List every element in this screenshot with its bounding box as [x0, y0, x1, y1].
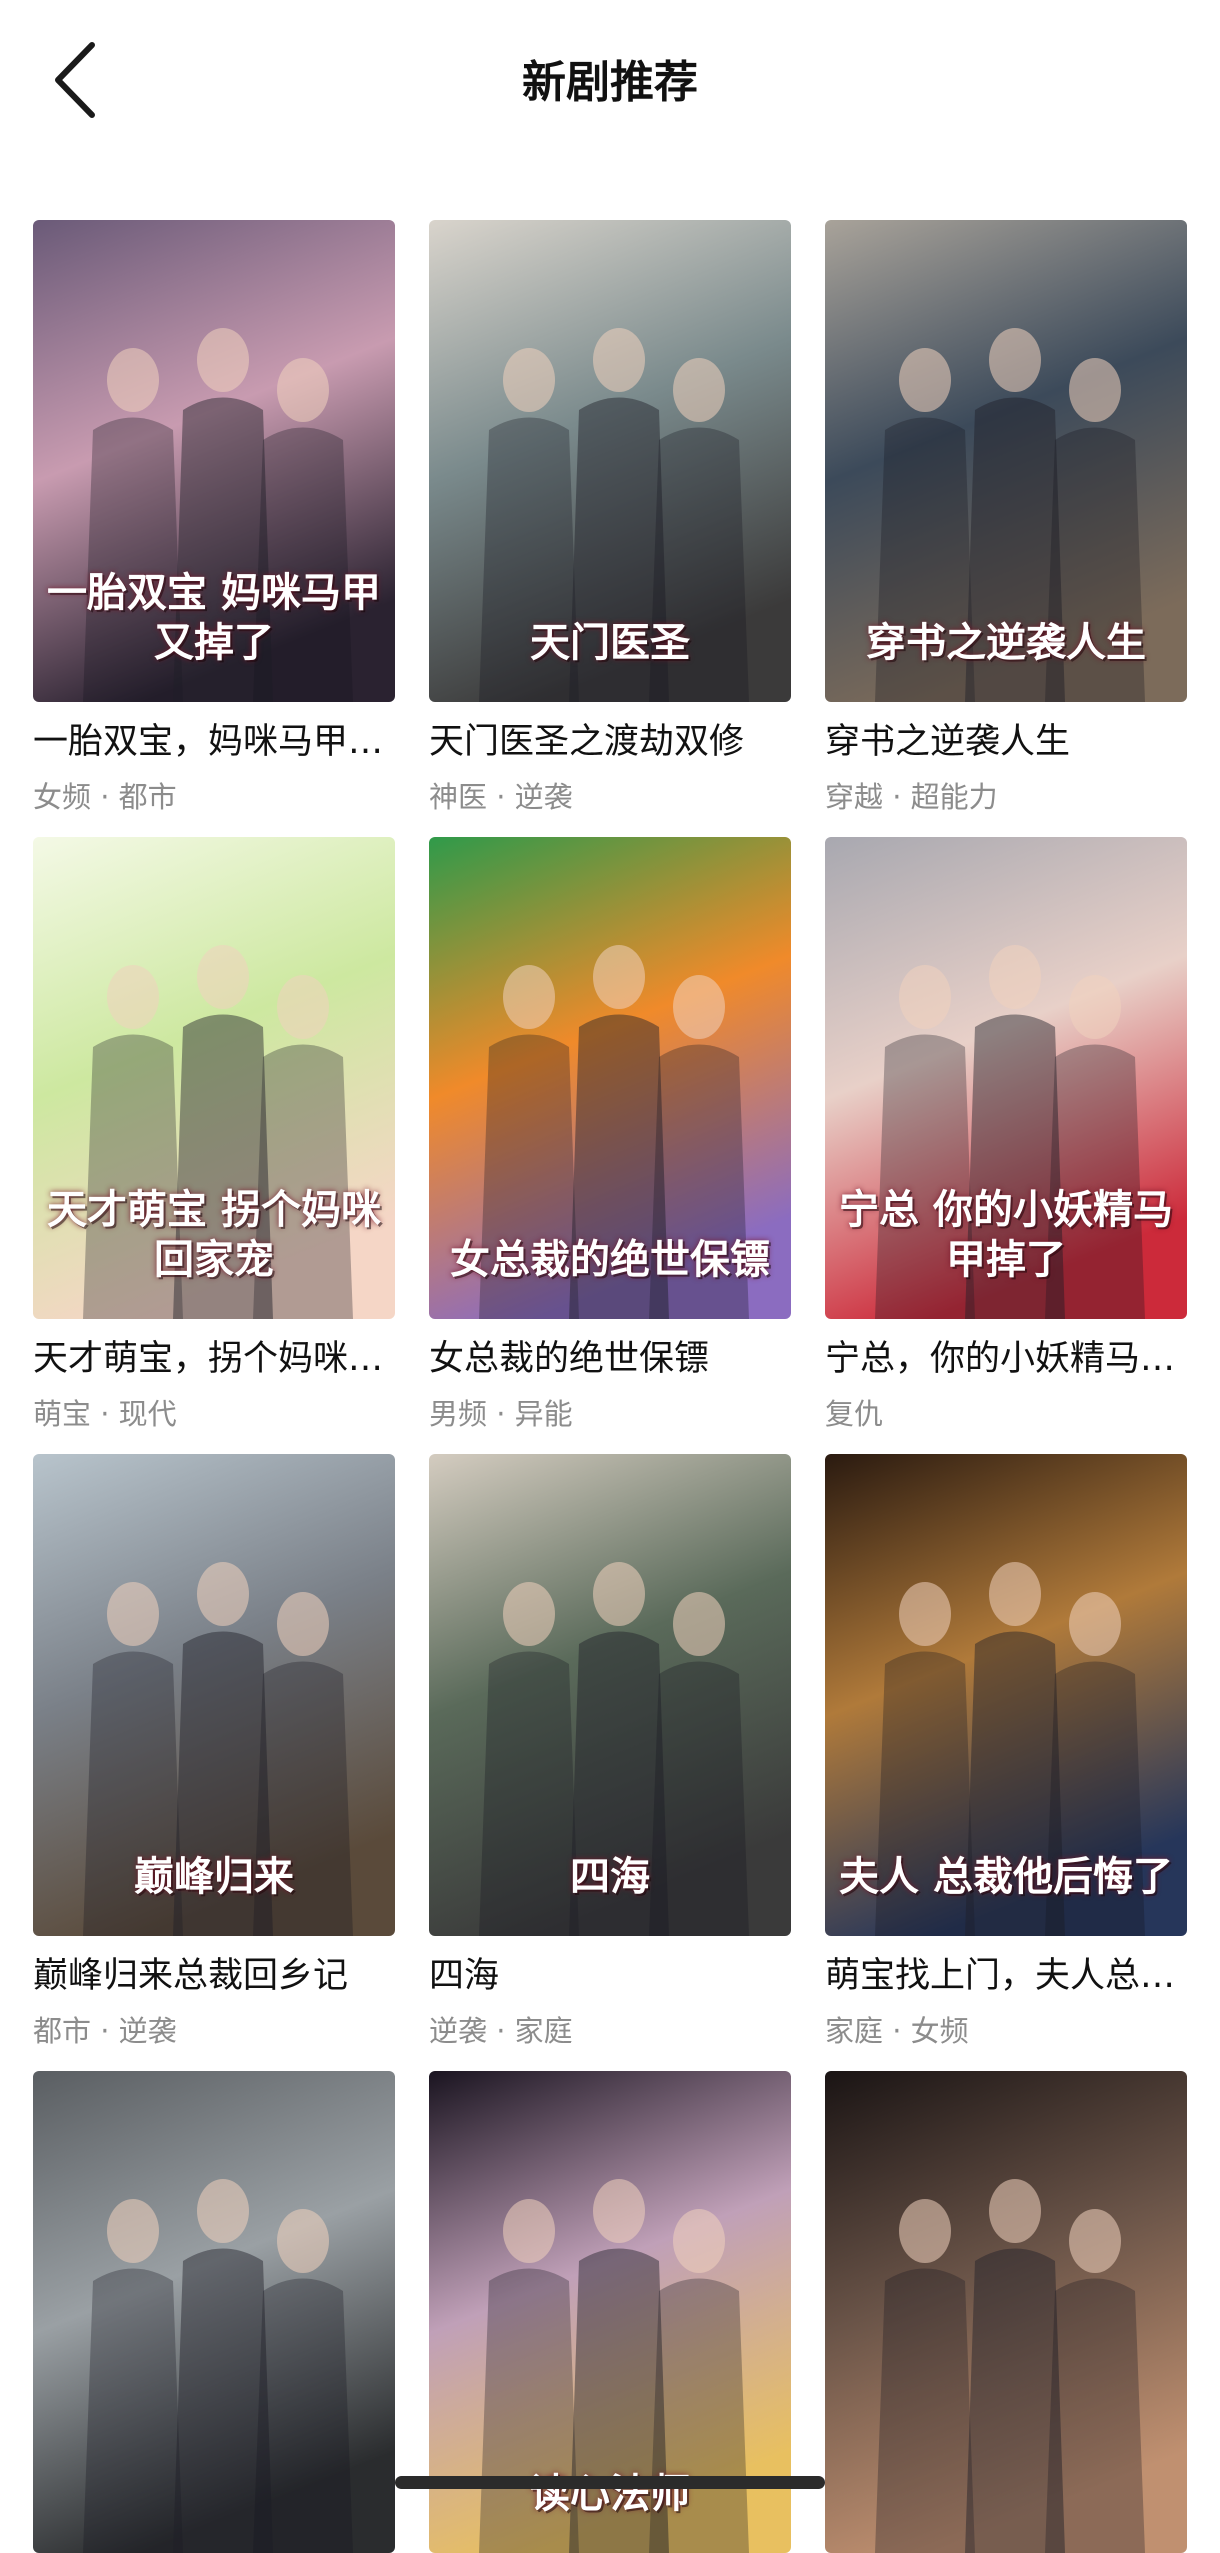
drama-title[interactable]: 天门医圣之渡劫双修: [429, 718, 791, 766]
drama-tags: 萌宝 · 现代: [33, 1397, 177, 1431]
drama-card[interactable]: 女总裁的绝世保镖 女总裁的绝世保镖男频 · 异能: [429, 837, 791, 1431]
drama-poster[interactable]: 天才萌宝 拐个妈咪回家宠: [33, 837, 395, 1319]
drama-poster[interactable]: 四海: [429, 1454, 791, 1936]
drama-card[interactable]: [33, 2071, 395, 2553]
drama-poster[interactable]: 一胎双宝 妈咪马甲又掉了: [33, 220, 395, 702]
drama-card[interactable]: 一胎双宝 妈咪马甲又掉了一胎双宝，妈咪马甲又掉了女频 · 都市: [33, 220, 395, 814]
drama-poster[interactable]: [825, 2071, 1187, 2553]
drama-poster[interactable]: 女总裁的绝世保镖: [429, 837, 791, 1319]
poster-title-text: 穿书之逆袭人生: [866, 620, 1146, 666]
drama-tags: 都市 · 逆袭: [33, 2014, 177, 2048]
drama-poster[interactable]: [33, 2071, 395, 2553]
poster-title-text: 夫人 总裁他后悔了: [839, 1854, 1173, 1900]
drama-title[interactable]: 萌宝找上门，夫人总裁他后悔了: [825, 1952, 1187, 2000]
drama-card[interactable]: 穿书之逆袭人生 穿书之逆袭人生穿越 · 超能力: [825, 220, 1187, 814]
drama-title[interactable]: 一胎双宝，妈咪马甲又掉了: [33, 718, 395, 766]
drama-tags: 逆袭 · 家庭: [429, 2014, 573, 2048]
drama-poster[interactable]: 夫人 总裁他后悔了: [825, 1454, 1187, 1936]
drama-card[interactable]: 宁总 你的小妖精马甲掉了宁总，你的小妖精马甲掉了复仇: [825, 837, 1187, 1431]
drama-poster[interactable]: 天门医圣: [429, 220, 791, 702]
drama-title[interactable]: 天才萌宝，拐个妈咪回家宠: [33, 1335, 395, 1383]
poster-title-text: 天门医圣: [530, 620, 690, 666]
drama-title[interactable]: 四海: [429, 1952, 791, 2000]
drama-poster[interactable]: 穿书之逆袭人生: [825, 220, 1187, 702]
poster-title-text: 一胎双宝 妈咪马甲又掉了: [47, 570, 381, 666]
header: 新剧推荐: [0, 0, 1220, 165]
poster-art: [33, 2071, 395, 2553]
drama-tags: 男频 · 异能: [429, 1397, 573, 1431]
drama-card[interactable]: 夫人 总裁他后悔了萌宝找上门，夫人总裁他后悔了家庭 · 女频: [825, 1454, 1187, 2048]
drama-title[interactable]: 巅峰归来总裁回乡记: [33, 1952, 395, 2000]
drama-tags: 家庭 · 女频: [825, 2014, 969, 2048]
poster-title-text: 女总裁的绝世保镖: [450, 1237, 770, 1283]
poster-title-text: 巅峰归来: [134, 1854, 294, 1900]
drama-tags: 穿越 · 超能力: [825, 780, 998, 814]
drama-card[interactable]: 巅峰归来巅峰归来总裁回乡记都市 · 逆袭: [33, 1454, 395, 2048]
drama-tags: 女频 · 都市: [33, 780, 177, 814]
drama-card[interactable]: 天才萌宝 拐个妈咪回家宠天才萌宝，拐个妈咪回家宠萌宝 · 现代: [33, 837, 395, 1431]
drama-card[interactable]: 天门医圣天门医圣之渡劫双修神医 · 逆袭: [429, 220, 791, 814]
drama-title[interactable]: 宁总，你的小妖精马甲掉了: [825, 1335, 1187, 1383]
drama-poster[interactable]: 宁总 你的小妖精马甲掉了: [825, 837, 1187, 1319]
poster-title-text: 四海: [570, 1854, 650, 1900]
poster-title-text: 天才萌宝 拐个妈咪回家宠: [47, 1187, 381, 1283]
drama-tags: 复仇: [825, 1397, 884, 1431]
poster-art: [825, 2071, 1187, 2553]
drama-title[interactable]: 穿书之逆袭人生: [825, 718, 1187, 766]
home-indicator[interactable]: [395, 2476, 825, 2489]
drama-card[interactable]: 四海 四海 逆袭 · 家庭: [429, 1454, 791, 2048]
drama-card[interactable]: [825, 2071, 1187, 2553]
drama-poster[interactable]: 巅峰归来: [33, 1454, 395, 1936]
poster-title-text: 宁总 你的小妖精马甲掉了: [839, 1187, 1173, 1283]
drama-title[interactable]: 女总裁的绝世保镖: [429, 1335, 791, 1383]
drama-tags: 神医 · 逆袭: [429, 780, 573, 814]
page-title: 新剧推荐: [522, 57, 698, 108]
